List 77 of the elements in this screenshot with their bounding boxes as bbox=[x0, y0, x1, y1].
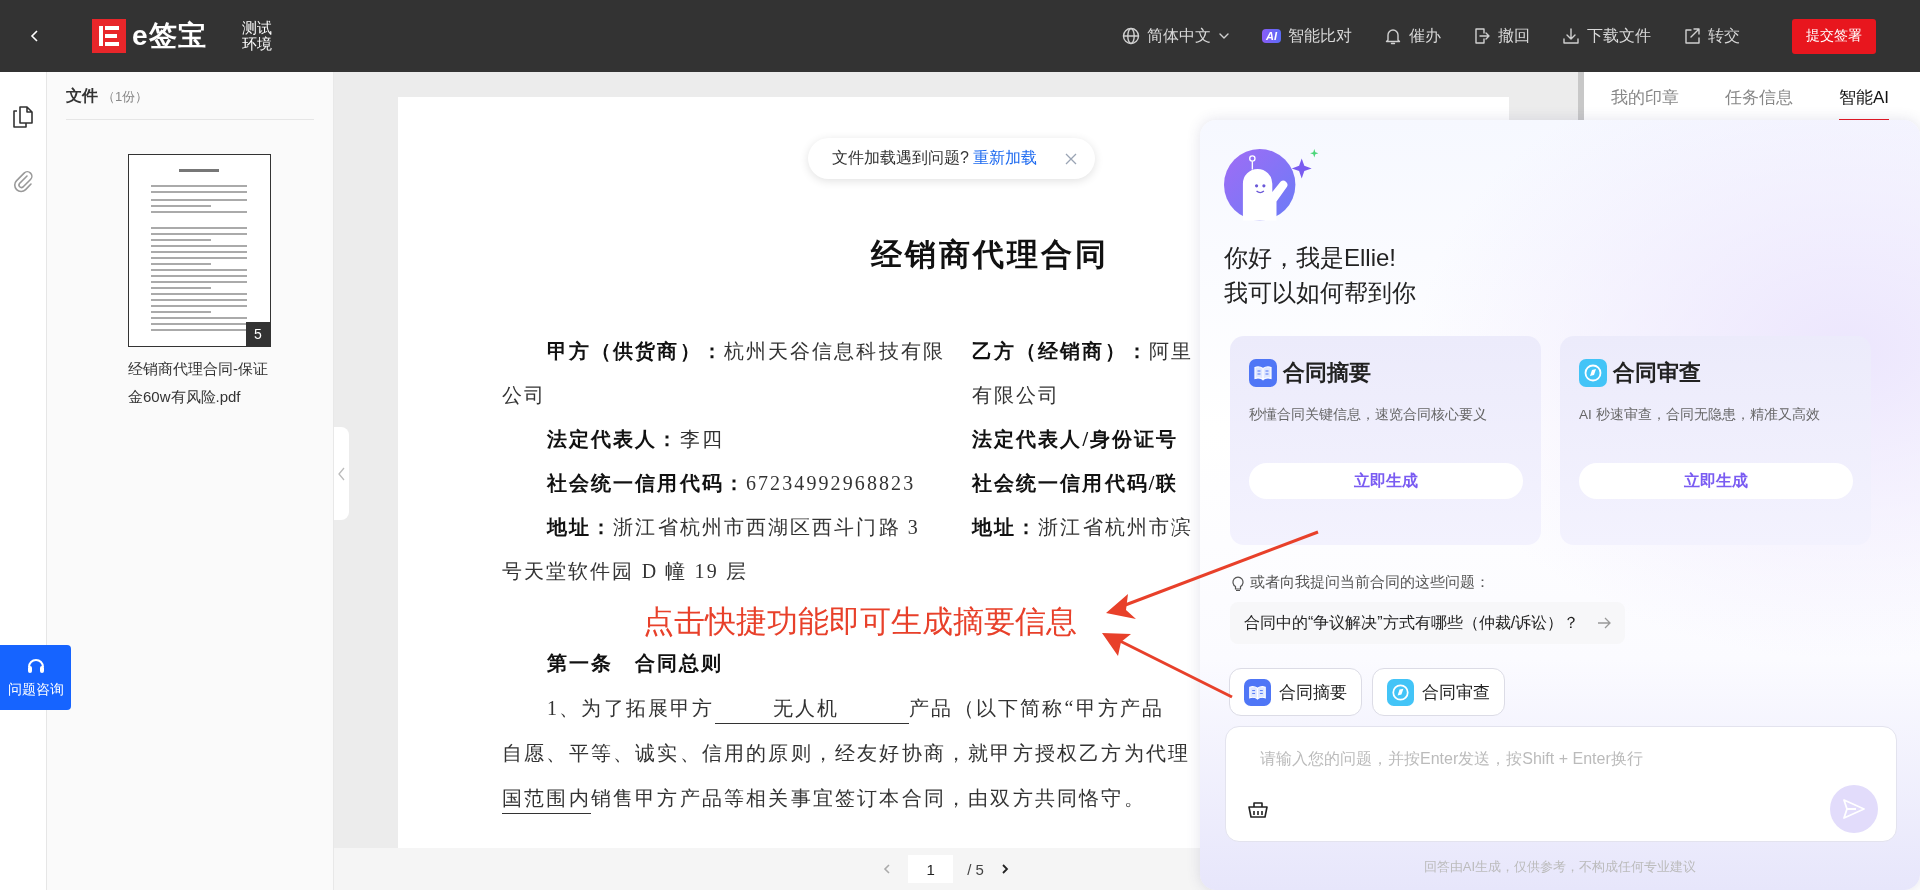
contract-text: 公司 bbox=[502, 383, 547, 408]
headset-icon bbox=[25, 656, 46, 676]
toolbar-button[interactable]: 简体中文 bbox=[1122, 21, 1230, 51]
download-icon bbox=[1562, 27, 1580, 45]
annotation-text: 点击快捷功能即可生成摘要信息 bbox=[643, 603, 1077, 641]
bell-icon bbox=[1384, 27, 1402, 45]
contract-text: 号天堂软件园 D 幢 19 层 bbox=[502, 559, 748, 584]
contract-text: 乙方（经销商）：阿里 bbox=[972, 339, 1193, 364]
toolbar-button[interactable]: 转交 bbox=[1683, 21, 1740, 51]
panel-title: 文件 bbox=[66, 86, 98, 106]
contract-text: 社会统一信用代码/联 bbox=[972, 471, 1179, 496]
page-number-field[interactable]: 1 bbox=[908, 855, 954, 883]
chevron-left-icon bbox=[336, 466, 347, 481]
compass-icon bbox=[1387, 678, 1414, 706]
book-icon bbox=[1244, 678, 1271, 706]
ai-badge: AI bbox=[1262, 29, 1281, 43]
return-icon bbox=[1473, 27, 1491, 45]
contract-text: 地址：浙江省杭州市滨 bbox=[972, 515, 1193, 540]
file-name[interactable]: 经销商代理合同-保证金60w有风险.pdf bbox=[128, 355, 278, 411]
share-icon bbox=[1683, 27, 1701, 45]
generate-button[interactable]: 立即生成 bbox=[1579, 463, 1853, 499]
greeting-text: 你好，我是Ellie! bbox=[1224, 243, 1397, 273]
quick-action-chip[interactable]: 合同摘要 bbox=[1229, 668, 1362, 716]
card-description: 秒懂合同关键信息，速览合同核心要义 bbox=[1249, 406, 1488, 424]
contract-text: 社会统一信用代码：67234992968823 bbox=[547, 471, 916, 496]
card-title: 合同摘要 bbox=[1283, 359, 1371, 387]
file-count: （1份） bbox=[102, 88, 149, 106]
card-description: AI 秒速审查，合同无隐患，精准又高效 bbox=[1579, 406, 1821, 424]
page-total: / 5 bbox=[967, 860, 984, 878]
input-field[interactable]: 请输入您的问题，并按Enter发送，按Shift + Enter换行 bbox=[1246, 743, 1806, 777]
globe-icon bbox=[1122, 27, 1140, 45]
contract-text: 法定代表人/身份证号 bbox=[972, 427, 1179, 452]
toolbar-button[interactable]: 下载文件 bbox=[1562, 21, 1651, 51]
contract-text: 有限公司 bbox=[972, 383, 1061, 408]
contract-text: 法定代表人：李四 bbox=[547, 427, 724, 452]
sidebar-tab[interactable] bbox=[11, 104, 35, 130]
collapse-handle[interactable] bbox=[334, 427, 349, 520]
disclaimer-text: 回答由AI生成，仅供参考，不构成任何专业建议 bbox=[1423, 858, 1697, 876]
quick-action-chip[interactable]: 合同审查 bbox=[1372, 668, 1505, 716]
close-button[interactable] bbox=[1064, 152, 1077, 165]
help-button[interactable]: 问题咨询 bbox=[0, 645, 71, 710]
close-icon bbox=[1064, 152, 1077, 165]
section-heading: 第一条 合同总则 bbox=[547, 651, 723, 676]
contract-text: 自愿、平等、诚实、信用的原则，经友好协商，就甲方授权乙方为代理 bbox=[502, 741, 1191, 766]
page-count-badge: 5 bbox=[246, 322, 270, 346]
toolbar-button[interactable]: 催办 bbox=[1384, 21, 1441, 51]
toolbar-button[interactable]: AI 智能比对 bbox=[1262, 21, 1352, 51]
fill-in-line: 国范围内 bbox=[502, 783, 591, 814]
contract-text: 销售甲方产品等相关事宜签订本合同，由双方共同恪守。 bbox=[590, 786, 1146, 811]
greeting-text: 我可以如何帮到你 bbox=[1224, 278, 1416, 308]
document-title: 经销商代理合同 bbox=[871, 236, 1109, 274]
brand-name: e签宝 bbox=[132, 19, 207, 53]
toast-message: 文件加载遇到问题? bbox=[832, 148, 969, 168]
fill-in-line: 无人机 bbox=[714, 693, 910, 724]
contract-text: 1、为了拓展甲方 bbox=[547, 696, 715, 721]
hint-text: 或者向我提问当前合同的这些问题： bbox=[1250, 573, 1490, 592]
compass-icon bbox=[1579, 359, 1607, 387]
suggested-question[interactable]: 合同中的“争议解决”方式有哪些（仲裁/诉讼）？ bbox=[1230, 602, 1626, 644]
panel-tab[interactable]: 任务信息 bbox=[1725, 82, 1793, 121]
panel-tab[interactable]: 我的印章 bbox=[1611, 82, 1679, 121]
contract-text: 产品（以下简称“甲方产品 bbox=[909, 696, 1165, 721]
toolbar-button[interactable]: 撤回 bbox=[1473, 21, 1530, 51]
book-icon bbox=[1249, 359, 1277, 387]
lightbulb-icon bbox=[1232, 574, 1244, 591]
contract-text: 甲方（供货商）：杭州天谷信息科技有限 bbox=[547, 339, 945, 364]
documents-icon bbox=[12, 105, 34, 129]
document-thumbnail[interactable]: 5 bbox=[128, 154, 271, 347]
environment-label: 测试环境 bbox=[241, 19, 274, 53]
card-title: 合同审查 bbox=[1613, 359, 1701, 387]
send-icon bbox=[1843, 799, 1865, 819]
logo-icon bbox=[92, 19, 126, 53]
reload-link[interactable]: 重新加载 bbox=[972, 148, 1037, 169]
arrow-right-icon bbox=[1597, 617, 1612, 629]
contract-text: 地址：浙江省杭州市西湖区西斗门路 3 bbox=[547, 515, 920, 540]
generate-button[interactable]: 立即生成 bbox=[1249, 463, 1523, 499]
submit-button[interactable]: 提交签署 bbox=[1792, 18, 1876, 54]
paperclip-icon bbox=[12, 169, 34, 193]
